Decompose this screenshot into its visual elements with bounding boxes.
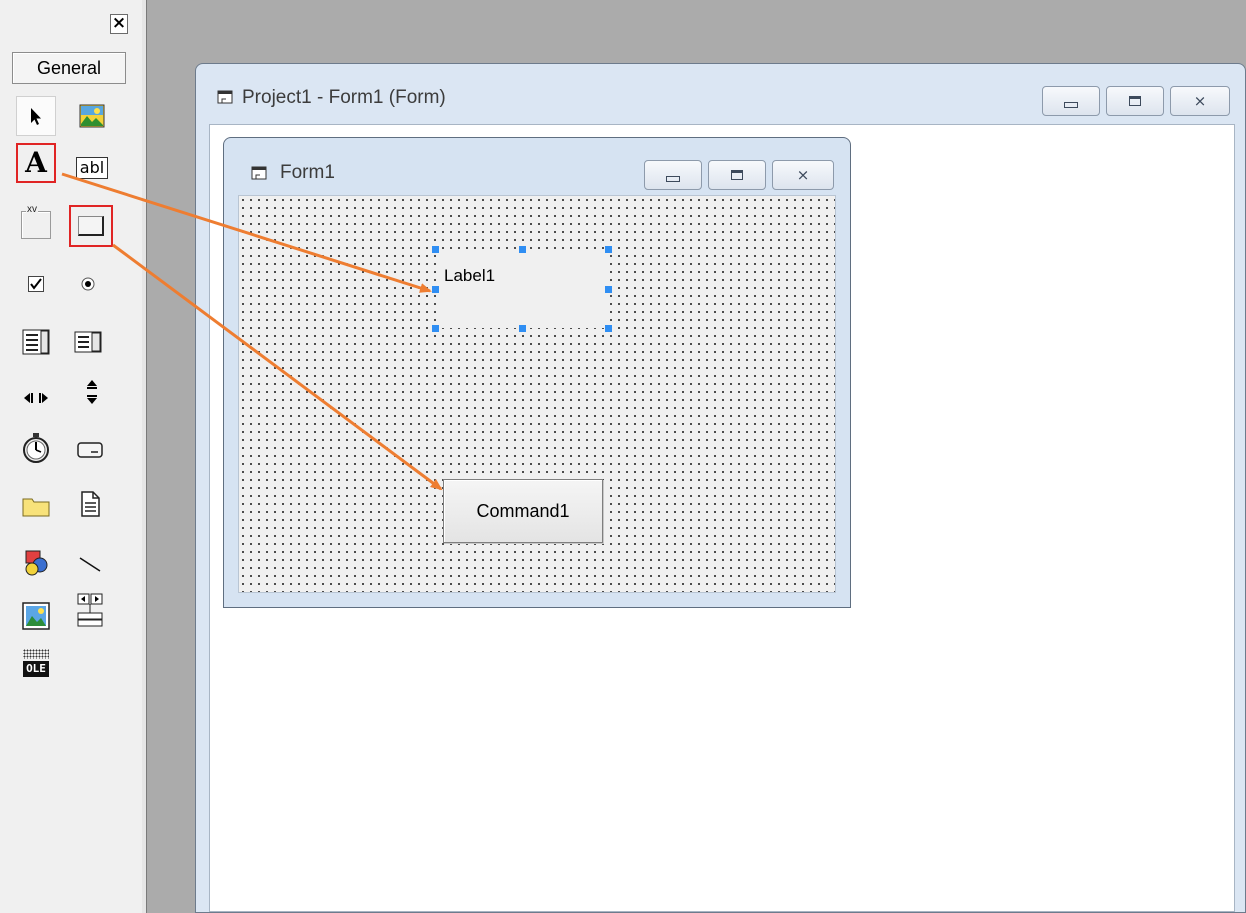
arrow-button-to-command1 [112, 243, 443, 491]
annotation-arrows [61, 172, 443, 491]
arrow-label-to-label1 [61, 172, 432, 293]
